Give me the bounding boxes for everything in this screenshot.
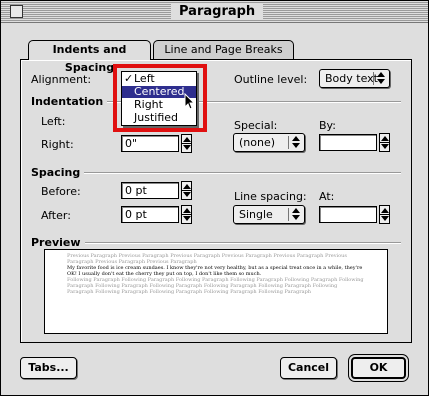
by-label: By: (319, 119, 336, 132)
special-popup[interactable]: (none) (233, 133, 305, 152)
by-field[interactable] (319, 134, 377, 151)
after-label: After: (41, 209, 71, 222)
by-stepper[interactable] (379, 133, 390, 152)
right-indent-stepper[interactable] (181, 134, 192, 153)
before-stepper[interactable] (181, 181, 192, 200)
indentation-section-heading: Indentation (31, 95, 108, 108)
tabs-button[interactable]: Tabs... (20, 357, 77, 379)
preview-current-paragraph: My favorite food is ice cream sundaes. I… (67, 265, 363, 277)
left-indent-label: Left: (41, 115, 66, 128)
after-field[interactable]: 0 pt (121, 206, 179, 223)
right-indent-field[interactable]: 0" (121, 135, 179, 152)
cancel-button[interactable]: Cancel (280, 357, 337, 379)
at-label: At: (319, 190, 335, 203)
tab-indents-and-spacing[interactable]: Indents and Spacing (28, 40, 151, 74)
right-indent-label: Right: (41, 138, 74, 151)
tab-line-and-page-breaks[interactable]: Line and Page Breaks (153, 40, 294, 59)
before-field[interactable]: 0 pt (121, 182, 179, 199)
outline-level-value: Body text (325, 72, 378, 85)
at-stepper[interactable] (379, 205, 390, 224)
spacing-section-heading: Spacing (31, 166, 85, 179)
at-field[interactable] (319, 206, 377, 223)
outline-level-label: Outline level: (234, 73, 308, 86)
special-value: (none) (239, 136, 276, 149)
mouse-pointer-icon (184, 93, 195, 110)
outline-level-popup[interactable]: Body text (319, 69, 390, 88)
preview-box: Previous Paragraph Previous Paragraph Pr… (44, 249, 388, 334)
popup-arrows-icon (292, 208, 301, 221)
close-box[interactable] (10, 5, 23, 18)
preview-previous-paragraph: Previous Paragraph Previous Paragraph Pr… (67, 253, 347, 265)
special-label: Special: (234, 119, 278, 132)
preview-following-paragraph: Following Paragraph Following Paragraph … (67, 277, 364, 295)
dialog-title: Paragraph (171, 3, 264, 20)
after-stepper[interactable] (181, 205, 192, 224)
title-bar[interactable]: Paragraph (1, 1, 428, 23)
preview-section-heading: Preview (31, 236, 85, 249)
popup-arrows-icon (377, 72, 386, 85)
line-spacing-popup[interactable]: Single (233, 205, 305, 224)
line-spacing-value: Single (239, 208, 273, 221)
ok-button[interactable]: OK (351, 357, 406, 379)
line-spacing-label: Line spacing: (234, 190, 307, 203)
paragraph-dialog: Paragraph Indents and Spacing Line and P… (0, 0, 429, 396)
popup-arrows-icon (292, 136, 301, 149)
before-label: Before: (41, 185, 81, 198)
